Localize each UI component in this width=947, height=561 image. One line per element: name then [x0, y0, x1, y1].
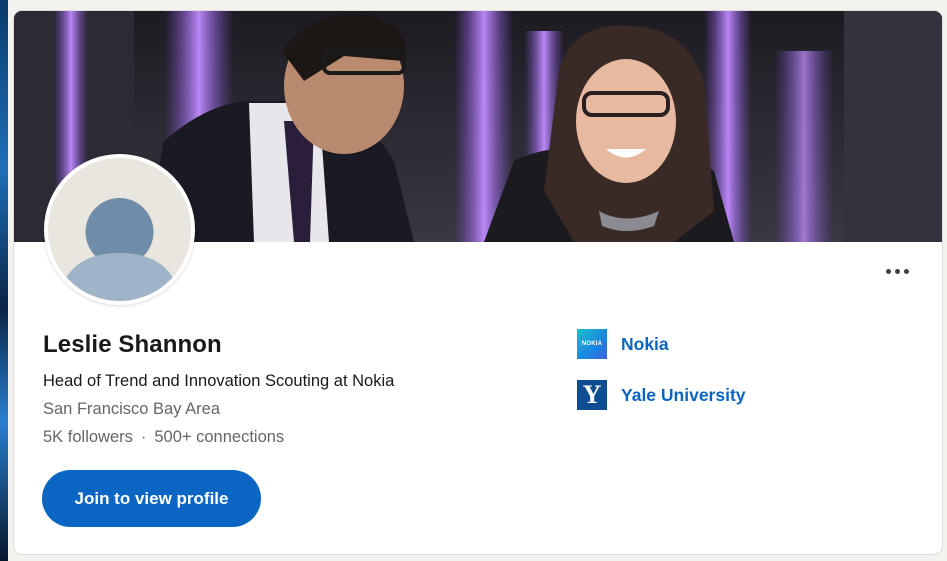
- profile-avatar: [44, 154, 195, 305]
- org-yale-link[interactable]: Y Yale University: [577, 380, 746, 410]
- join-to-view-profile-button[interactable]: Join to view profile: [42, 470, 261, 527]
- org-yale-label: Yale University: [621, 384, 746, 405]
- org-nokia-link[interactable]: NOKIA Nokia: [577, 329, 669, 359]
- yale-logo-icon: Y: [577, 380, 607, 410]
- profile-name: Leslie Shannon: [43, 331, 222, 358]
- profile-location: San Francisco Bay Area: [43, 400, 221, 418]
- ellipsis-icon: [884, 268, 911, 274]
- background-edge: [0, 0, 8, 561]
- org-nokia-label: Nokia: [621, 333, 669, 354]
- profile-stats: 5K followers · 500+ connections: [43, 428, 284, 447]
- profile-headline: Head of Trend and Innovation Scouting at…: [43, 372, 395, 390]
- more-options-button[interactable]: [880, 261, 914, 281]
- nokia-logo-icon: NOKIA: [577, 329, 607, 359]
- stats-separator: ·: [140, 428, 147, 446]
- connections-count: 500+ connections: [154, 428, 285, 446]
- followers-count: 5K followers: [43, 428, 133, 446]
- default-avatar-icon: [48, 158, 191, 301]
- profile-card: Leslie Shannon Head of Trend and Innovat…: [13, 10, 943, 555]
